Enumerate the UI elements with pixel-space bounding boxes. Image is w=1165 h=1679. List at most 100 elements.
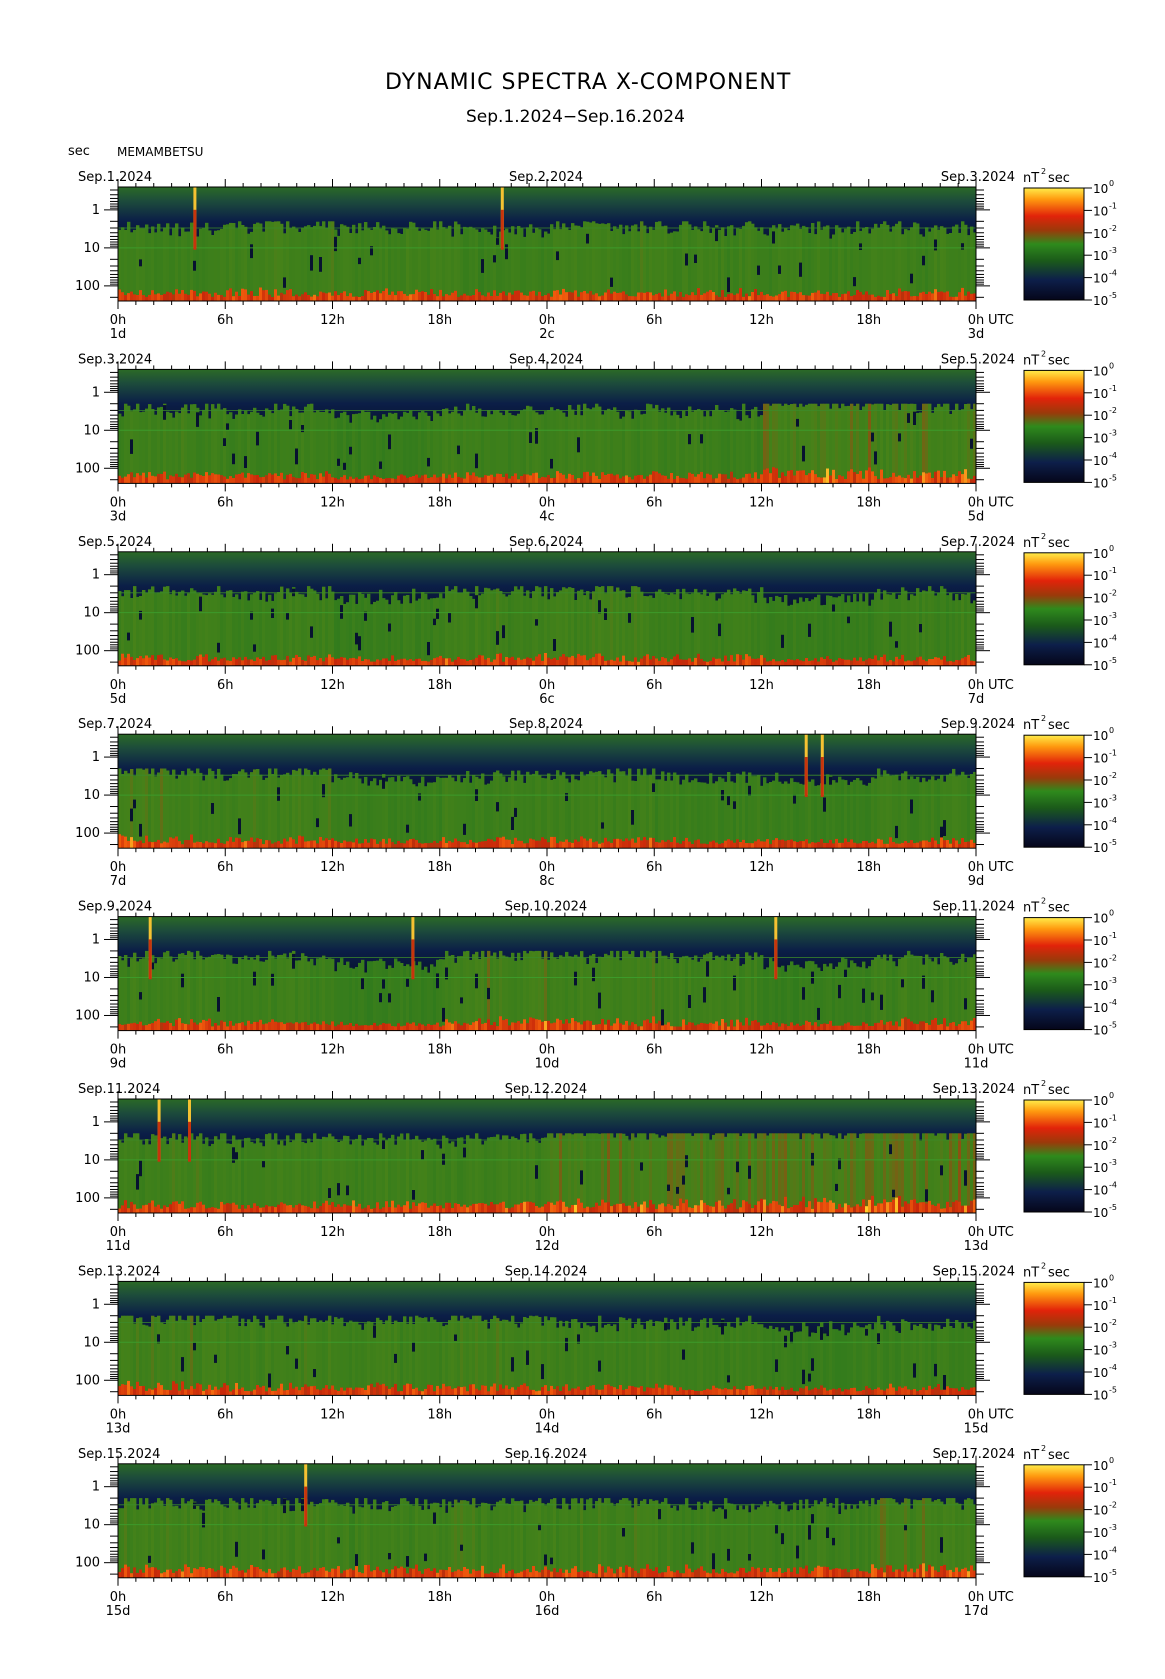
activity-base [370, 479, 374, 484]
activity-column [304, 226, 308, 301]
activity-gap [871, 432, 875, 442]
activity-base [346, 479, 350, 484]
activity-column [241, 959, 245, 1031]
activity-column [442, 227, 446, 301]
spectrum-activity [118, 403, 977, 484]
activity-base [898, 1196, 902, 1213]
activity-base [661, 840, 665, 849]
activity-base [589, 291, 593, 301]
activity-base [385, 1201, 389, 1213]
activity-column [763, 777, 767, 849]
activity-gap [889, 621, 893, 637]
activity-column [538, 229, 542, 301]
activity-base [136, 473, 140, 484]
activity-base [556, 843, 560, 849]
activity-base [394, 844, 398, 849]
activity-base [769, 660, 773, 666]
activity-base [244, 477, 248, 484]
colorbar-tick-exp: -5 [1109, 1203, 1117, 1212]
activity-column [418, 1139, 422, 1213]
activity-column [250, 1322, 254, 1396]
activity-column [916, 588, 920, 666]
activity-base [910, 478, 914, 484]
activity-base [373, 1022, 377, 1031]
activity-base [388, 1207, 392, 1213]
activity-base [880, 469, 884, 484]
activity-base [328, 654, 332, 666]
activity-base [364, 290, 368, 301]
activity-column [280, 1315, 284, 1396]
activity-base [484, 659, 488, 666]
activity-base [445, 478, 449, 484]
activity-column [853, 405, 857, 484]
activity-base [952, 661, 956, 666]
activity-base [211, 659, 215, 666]
activity-column [151, 1315, 155, 1396]
activity-base [616, 474, 620, 484]
activity-gap [388, 434, 392, 450]
activity-base [853, 472, 857, 484]
activity-column [265, 221, 269, 301]
activity-base [583, 291, 587, 301]
activity-column [655, 779, 659, 849]
colorbar-tick-label: 10 [1093, 387, 1108, 401]
activity-base [550, 1023, 554, 1031]
activity-gap [232, 1147, 236, 1163]
activity-column [931, 776, 935, 849]
activity-column [121, 960, 125, 1031]
activity-base [712, 840, 716, 849]
activity-base [889, 660, 893, 666]
activity-column [298, 960, 302, 1031]
activity-column [178, 413, 182, 484]
activity-base [226, 1026, 230, 1031]
activity-column [301, 594, 305, 666]
activity-base [289, 661, 293, 666]
activity-column [184, 1320, 188, 1396]
activity-base [532, 290, 536, 301]
activity-base [280, 292, 284, 301]
activity-column [850, 1133, 854, 1213]
colorbar-unit-exp: 2 [1041, 1079, 1046, 1088]
activity-base [394, 295, 398, 301]
activity-base [685, 659, 689, 666]
activity-base [340, 1021, 344, 1031]
activity-gap [718, 623, 722, 637]
activity-base [670, 659, 674, 666]
activity-base [808, 1201, 812, 1213]
activity-column [571, 409, 575, 484]
activity-base [613, 1023, 617, 1031]
activity-base [916, 842, 920, 849]
activity-base [175, 1201, 179, 1213]
activity-column [277, 221, 281, 301]
activity-base [343, 291, 347, 301]
activity-column [139, 596, 143, 666]
activity-base [397, 475, 401, 484]
day-label-end: 7d [968, 692, 985, 707]
activity-column [151, 409, 155, 484]
activity-column [898, 958, 902, 1031]
activity-base [667, 1204, 671, 1213]
activity-base [430, 842, 434, 849]
activity-column [745, 222, 749, 301]
activity-base [967, 841, 971, 849]
activity-column [697, 782, 701, 849]
activity-base [841, 476, 845, 484]
activity-base [853, 842, 857, 849]
activity-column [370, 1138, 374, 1213]
day-label-mid: 8c [539, 874, 554, 889]
activity-column [226, 954, 230, 1031]
activity-column [814, 403, 818, 484]
activity-base [805, 295, 809, 301]
activity-column [703, 1133, 707, 1213]
activity-column [583, 595, 587, 666]
activity-base [685, 478, 689, 484]
colorbar-tick-label: 10 [1093, 1116, 1108, 1130]
activity-base [277, 1022, 281, 1031]
activity-base [757, 1201, 761, 1213]
activity-column [832, 234, 836, 301]
activity-base [940, 291, 944, 301]
activity-base [772, 840, 776, 849]
activity-column [745, 1133, 749, 1213]
activity-gap [835, 1183, 839, 1191]
activity-base [367, 842, 371, 849]
